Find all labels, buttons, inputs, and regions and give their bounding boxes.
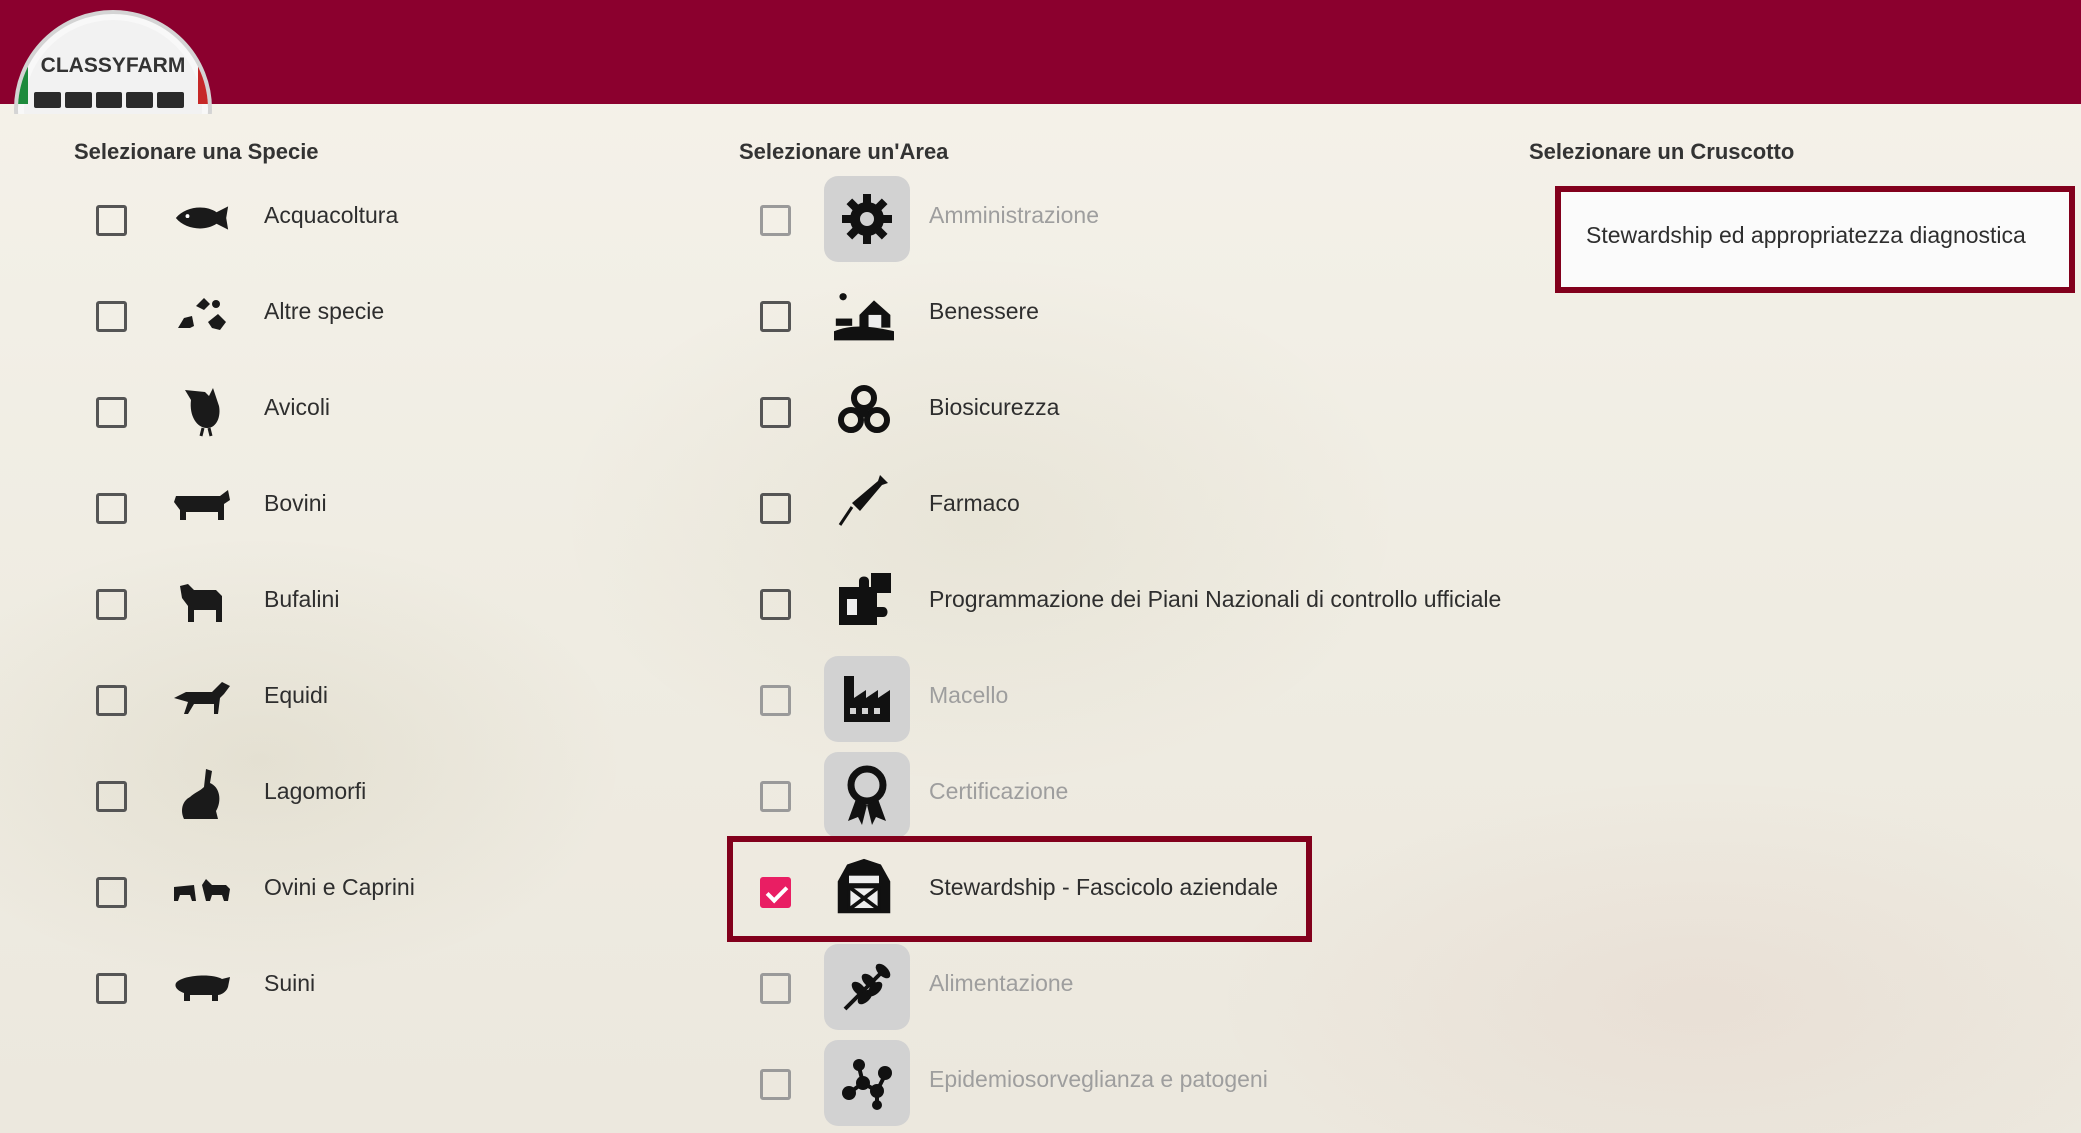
molecule-icon (824, 1040, 910, 1126)
horse-icon (172, 668, 232, 728)
area-checkbox-programmazione[interactable] (760, 589, 791, 620)
area-label: Epidemiosorveglianza e patogeni (929, 1066, 1268, 1092)
species-label: Equidi (264, 682, 328, 708)
species-label: Bovini (264, 490, 327, 516)
species-label: Bufalini (264, 586, 340, 612)
area-checkbox-certificazione[interactable] (760, 781, 791, 812)
area-checkbox-farmaco[interactable] (760, 493, 791, 524)
puzzle-icon (834, 570, 894, 630)
area-checkbox-alimentazione[interactable] (760, 973, 791, 1004)
fish-icon (172, 188, 232, 248)
biohazard-icon (834, 380, 894, 440)
area-label: Biosicurezza (929, 394, 1060, 420)
species-label: Altre specie (264, 298, 385, 324)
chicken-icon (172, 380, 232, 440)
species-checkbox-bovini[interactable] (96, 493, 127, 524)
species-checkbox-avicoli[interactable] (96, 397, 127, 428)
species-label: Ovini e Caprini (264, 874, 415, 900)
species-label: Lagomorfi (264, 778, 367, 804)
logo-text: CLASSYFARM (40, 54, 186, 77)
species-label: Acquacoltura (264, 202, 399, 228)
species-checkbox-altre-specie[interactable] (96, 301, 127, 332)
logo-animals-strip (34, 92, 184, 108)
species-checkbox-equidi[interactable] (96, 685, 127, 716)
rabbit-icon (172, 764, 232, 824)
farm-welfare-icon (834, 284, 894, 344)
pig-icon (172, 956, 232, 1016)
sheep-goat-icon (172, 860, 232, 920)
area-label: Benessere (929, 298, 1039, 324)
gear-icon (824, 176, 910, 262)
species-label: Suini (264, 970, 316, 996)
wheat-icon (824, 944, 910, 1030)
species-checkbox-ovini-caprini[interactable] (96, 877, 127, 908)
area-checkbox-macello[interactable] (760, 685, 791, 716)
area-header: Selezionare un'Area (739, 139, 949, 164)
area-label: Macello (929, 682, 1009, 708)
species-label: Avicoli (264, 394, 331, 420)
species-checkbox-bufalini[interactable] (96, 589, 127, 620)
area-label: Certificazione (929, 778, 1069, 804)
selected-dashboard-highlight (1555, 186, 2075, 293)
top-bar (0, 0, 2081, 104)
other-animals-icon (172, 284, 232, 344)
area-label: Alimentazione (929, 970, 1074, 996)
background-image (0, 0, 2081, 1133)
classyfarm-logo[interactable]: CLASSYFARM (14, 10, 212, 114)
species-checkbox-acquacoltura[interactable] (96, 205, 127, 236)
dashboard-header: Selezionare un Cruscotto (1529, 139, 1795, 164)
species-checkbox-lagomorfi[interactable] (96, 781, 127, 812)
area-checkbox-biosicurezza[interactable] (760, 397, 791, 428)
factory-icon (824, 656, 910, 742)
area-label: Farmaco (929, 490, 1020, 516)
area-checkbox-benessere[interactable] (760, 301, 791, 332)
selected-area-highlight (727, 836, 1312, 942)
syringe-icon (834, 470, 894, 530)
cow-icon (172, 476, 232, 536)
award-ribbon-icon (824, 752, 910, 838)
species-header: Selezionare una Specie (74, 139, 319, 164)
buffalo-icon (172, 572, 232, 632)
area-checkbox-epidemiosorveglianza[interactable] (760, 1069, 791, 1100)
species-checkbox-suini[interactable] (96, 973, 127, 1004)
area-checkbox-amministrazione[interactable] (760, 205, 791, 236)
area-label: Programmazione dei Piani Nazionali di co… (929, 586, 1502, 612)
area-label: Amministrazione (929, 202, 1099, 228)
